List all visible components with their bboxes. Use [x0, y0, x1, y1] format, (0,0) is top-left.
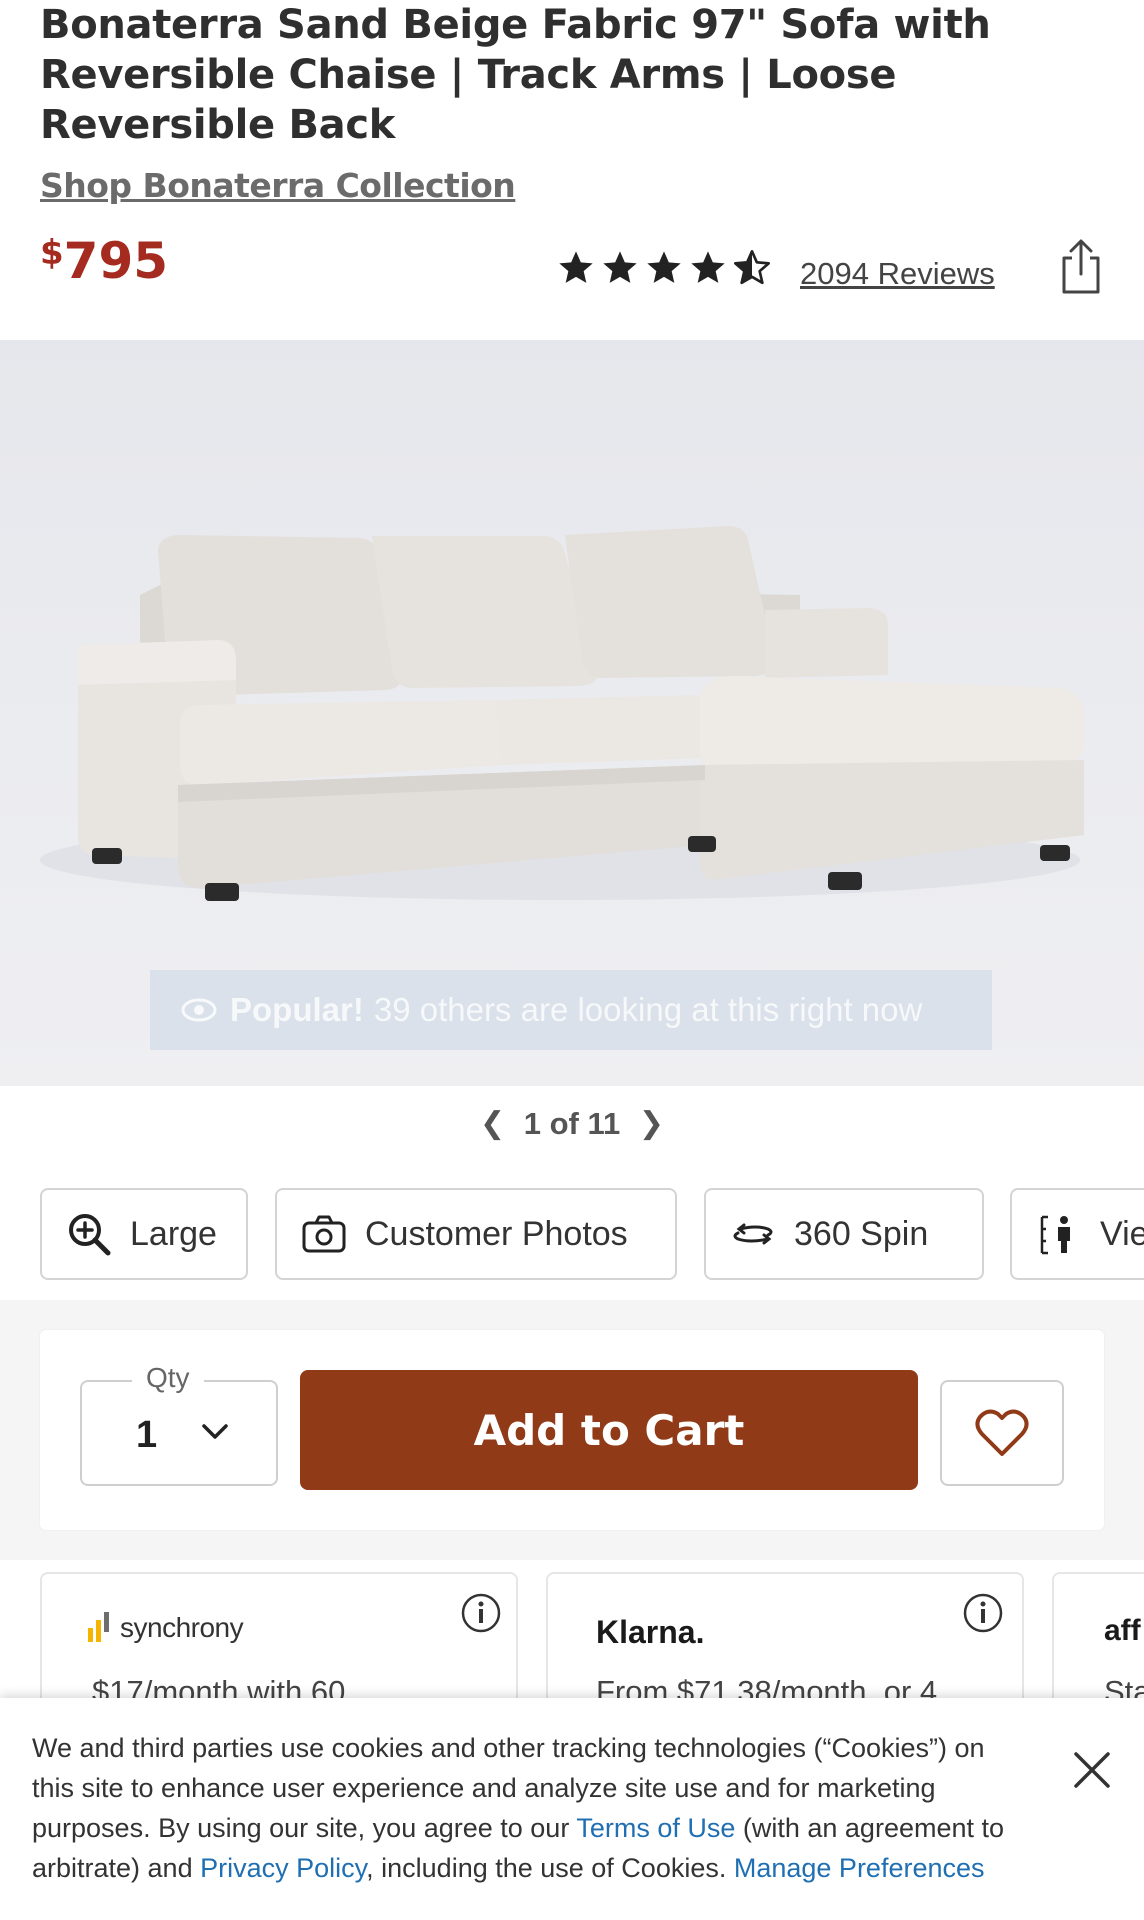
- view-options-row: Large Customer Photos 360 Spin Vie: [40, 1188, 1144, 1280]
- spin-360-button[interactable]: 360 Spin: [704, 1188, 984, 1280]
- synchrony-brand: synchrony: [120, 1612, 244, 1643]
- product-header: Bonaterra Sand Beige Fabric 97" Sofa wit…: [0, 0, 1144, 340]
- chevron-down-icon: [202, 1424, 228, 1439]
- spin-360-icon: [733, 1223, 773, 1245]
- info-icon[interactable]: [460, 1592, 502, 1634]
- wishlist-button[interactable]: [940, 1380, 1064, 1486]
- customer-photos-button[interactable]: Customer Photos: [275, 1188, 677, 1280]
- large-view-button[interactable]: Large: [40, 1188, 248, 1280]
- reviews-link[interactable]: 2094 Reviews: [800, 256, 995, 292]
- shop-collection-link[interactable]: Shop Bonaterra Collection: [40, 166, 516, 205]
- price-currency: $: [40, 233, 64, 273]
- image-pager: ❮ 1 of 11 ❯: [0, 1104, 1144, 1142]
- cookie-text-part: , including the use of Cookies.: [366, 1853, 734, 1883]
- product-title: Bonaterra Sand Beige Fabric 97" Sofa wit…: [40, 2, 991, 148]
- product-price: $795: [40, 232, 168, 290]
- customer-photos-label: Customer Photos: [365, 1214, 628, 1253]
- popular-banner: Popular! 39 others are looking at this r…: [150, 970, 992, 1050]
- affirm-brand: aff: [1104, 1614, 1141, 1647]
- large-view-label: Large: [130, 1214, 217, 1253]
- privacy-policy-link[interactable]: Privacy Policy: [200, 1853, 366, 1883]
- pager-text: 1 of 11: [523, 1105, 621, 1141]
- camera-icon: [302, 1215, 346, 1253]
- product-image-gallery[interactable]: Popular! 39 others are looking at this r…: [0, 340, 1144, 1086]
- popular-label: Popular!: [230, 991, 364, 1028]
- rating-stars[interactable]: [556, 248, 772, 288]
- cookie-text: We and third parties use cookies and oth…: [32, 1728, 1022, 1888]
- close-icon[interactable]: [1066, 1744, 1118, 1796]
- view-in-room-label: Vie: [1100, 1214, 1144, 1253]
- price-amount: 795: [63, 232, 169, 290]
- star-icon: [647, 251, 681, 283]
- manage-preferences-link[interactable]: Manage Preferences: [734, 1853, 985, 1883]
- star-icon: [691, 251, 725, 283]
- quantity-select[interactable]: Qty 1: [80, 1362, 278, 1486]
- zoom-in-icon: [69, 1214, 111, 1256]
- heart-icon: [975, 1409, 1029, 1456]
- popular-text: 39 others are looking at this right now: [373, 991, 923, 1028]
- add-to-cart-panel: Qty 1 Add to Cart: [40, 1330, 1104, 1530]
- share-icon[interactable]: [1058, 238, 1104, 296]
- spin-360-label: 360 Spin: [794, 1214, 929, 1253]
- terms-of-use-link[interactable]: Terms of Use: [576, 1813, 735, 1843]
- cookie-banner: We and third parties use cookies and oth…: [0, 1698, 1144, 1920]
- quantity-value: 1: [136, 1414, 158, 1456]
- prev-image-button[interactable]: ❮: [480, 1106, 505, 1141]
- info-icon[interactable]: [962, 1592, 1004, 1634]
- view-in-room-icon: [1040, 1215, 1070, 1255]
- star-icon: [559, 251, 593, 283]
- next-image-button[interactable]: ❯: [639, 1106, 664, 1141]
- star-half-icon: [734, 250, 770, 285]
- eye-icon: [181, 998, 217, 1022]
- view-in-room-button[interactable]: Vie: [1010, 1188, 1144, 1280]
- star-icon: [603, 251, 637, 283]
- synchrony-logo: synchrony: [88, 1610, 244, 1644]
- synchrony-mark-icon: [88, 1612, 109, 1642]
- klarna-brand: Klarna.: [596, 1614, 705, 1650]
- add-to-cart-button[interactable]: Add to Cart: [300, 1370, 918, 1490]
- quantity-label: Qty: [132, 1362, 204, 1394]
